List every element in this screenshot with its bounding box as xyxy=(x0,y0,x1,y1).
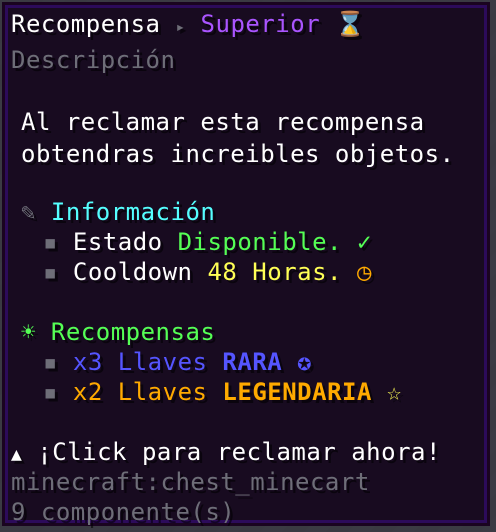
sparkle-icon: ☀ xyxy=(21,318,36,346)
separator-icon: ▸ xyxy=(175,17,186,36)
bullet-icon: ▪ xyxy=(43,228,58,256)
reward-qty: x2 xyxy=(72,378,103,406)
bullet-icon: ▪ xyxy=(43,258,58,286)
clock-icon: ◷ xyxy=(356,258,372,286)
claim-cta-text: ¡Click para reclamar ahora! xyxy=(37,438,441,466)
info-item-status: ▪ Estado Disponible. ✓ xyxy=(43,227,372,257)
reward-qty: x3 xyxy=(72,348,103,376)
cooldown-value: 48 Horas. xyxy=(207,258,342,286)
cooldown-label: Cooldown xyxy=(72,258,193,286)
reward-item-rara: ▪ x3 Llaves RARA ✪ xyxy=(43,347,312,377)
reward-label: Llaves xyxy=(117,348,208,376)
reward-label: Llaves xyxy=(117,378,208,406)
up-arrow-icon: ▲ xyxy=(11,444,23,465)
description-line-1: Al reclamar esta recompensa xyxy=(21,108,425,136)
info-section-header: ✎ Información xyxy=(21,197,215,227)
info-title: Información xyxy=(50,198,216,226)
rewards-title: Recompensas xyxy=(50,318,216,346)
tooltip-header: Recompensa ▸ Superior ⌛ xyxy=(11,9,365,42)
rewards-section-header: ☀ Recompensas xyxy=(21,317,215,347)
component-count: 9 componente(s) xyxy=(11,498,236,526)
info-item-cooldown: ▪ Cooldown 48 Horas. ◷ xyxy=(43,257,372,287)
bullet-icon: ▪ xyxy=(43,378,58,406)
item-id: minecraft:chest_minecart xyxy=(11,468,370,496)
check-icon: ✓ xyxy=(356,228,372,256)
reward-item-legendaria: ▪ x2 Llaves LEGENDARIA ☆ xyxy=(43,377,402,407)
status-label: Estado xyxy=(72,228,163,256)
description-line-2: obtendras increibles objetos. xyxy=(21,140,455,168)
reward-tier: LEGENDARIA xyxy=(222,378,372,406)
claim-cta: ▲ ¡Click para reclamar ahora! xyxy=(11,437,441,470)
status-value: Disponible. xyxy=(177,228,343,256)
item-tooltip: Recompensa ▸ Superior ⌛ Descripción Al r… xyxy=(2,2,490,526)
rarity-label: Superior xyxy=(200,10,321,38)
pencil-icon: ✎ xyxy=(21,198,36,226)
description-label: Descripción xyxy=(11,46,176,74)
reward-tier: RARA xyxy=(222,348,283,376)
hourglass-icon: ⌛ xyxy=(335,10,366,38)
bullet-icon: ▪ xyxy=(43,348,58,376)
star-icon: ☆ xyxy=(386,378,402,406)
star-badge-icon: ✪ xyxy=(297,348,313,376)
tooltip-title: Recompensa xyxy=(11,10,161,38)
